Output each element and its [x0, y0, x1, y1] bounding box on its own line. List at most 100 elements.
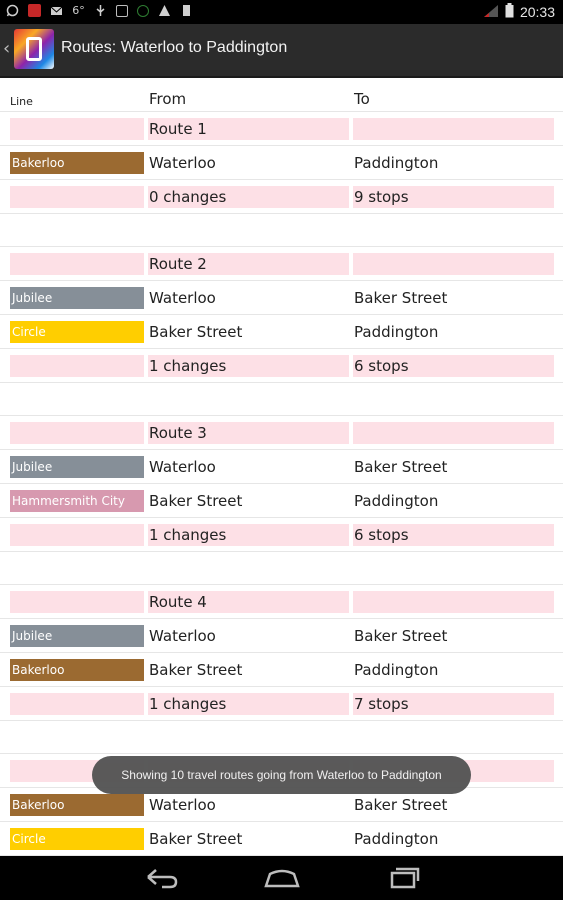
leg-from-station: Waterloo	[149, 289, 216, 307]
routes-table[interactable]: Line From To Route 1 Bakerloo Waterloo Padd…	[0, 78, 563, 856]
notification-icons: 6°	[6, 4, 193, 17]
route-spacer	[0, 552, 563, 585]
route-stops: 7 stops	[353, 693, 554, 715]
summary-line-cell	[10, 186, 144, 208]
leg-from-station: Baker Street	[149, 492, 243, 510]
app-icon	[28, 4, 41, 17]
route-spacer	[0, 214, 563, 247]
route-summary-row[interactable]: 1 changes 7 stops	[0, 687, 563, 721]
back-icon[interactable]	[142, 864, 182, 892]
route-spacer	[0, 383, 563, 416]
signal-icon	[483, 4, 499, 21]
home-icon[interactable]	[262, 864, 302, 892]
leg-to-station: Paddington	[354, 492, 439, 510]
route-changes: 1 changes	[148, 693, 349, 715]
line-badge: Jubilee	[10, 287, 144, 309]
leg-to-station: Paddington	[354, 154, 439, 172]
route-title-line-cell	[10, 422, 144, 444]
leg-to-station: Paddington	[354, 323, 439, 341]
route-title-row[interactable]: Route 1	[0, 112, 563, 146]
summary-line-cell	[10, 524, 144, 546]
route-leg-row[interactable]: Jubilee Waterloo Baker Street	[0, 450, 563, 484]
route-changes: 0 changes	[148, 186, 349, 208]
warning-icon	[158, 4, 171, 17]
route-title: Route 4	[148, 591, 349, 613]
leg-from-station: Waterloo	[149, 627, 216, 645]
battery-icon	[505, 3, 514, 21]
route-leg-row[interactable]: Hammersmith City Baker Street Paddington	[0, 484, 563, 518]
route-stops: 6 stops	[353, 355, 554, 377]
leg-to-station: Paddington	[354, 661, 439, 679]
action-bar: ‹ Routes: Waterloo to Paddington	[0, 24, 563, 78]
summary-line-cell	[10, 693, 144, 715]
route-title: Route 3	[148, 422, 349, 444]
route-changes: 1 changes	[148, 524, 349, 546]
route-title-to-cell	[353, 422, 554, 444]
mail-icon	[50, 4, 63, 17]
whatsapp-icon	[6, 4, 19, 17]
routes-list: Route 1 Bakerloo Waterloo Paddington 0 chang…	[0, 112, 563, 856]
route-leg-row[interactable]: Jubilee Waterloo Baker Street	[0, 281, 563, 315]
column-header-line: Line	[10, 95, 33, 108]
route-leg-row[interactable]: Bakerloo Waterloo Paddington	[0, 146, 563, 180]
column-header-to: To	[354, 90, 370, 108]
leg-to-station: Baker Street	[354, 458, 448, 476]
route-leg-row[interactable]: Circle Baker Street Paddington	[0, 315, 563, 349]
leg-to-station: Paddington	[354, 830, 439, 848]
leg-from-station: Waterloo	[149, 458, 216, 476]
route-title-to-cell	[353, 253, 554, 275]
leg-from-station: Waterloo	[149, 796, 216, 814]
recents-icon[interactable]	[382, 864, 422, 892]
app-logo-icon[interactable]	[14, 29, 54, 69]
table-header: Line From To	[0, 78, 563, 112]
route-title-line-cell	[10, 253, 144, 275]
route-title-to-cell	[353, 591, 554, 613]
line-badge: Bakerloo	[10, 659, 144, 681]
route-title-to-cell	[353, 118, 554, 140]
status-right: 20:33	[483, 3, 555, 21]
sync-icon	[137, 4, 149, 17]
route-summary-row[interactable]: 1 changes 6 stops	[0, 349, 563, 383]
route-title-row[interactable]: Route 4	[0, 585, 563, 619]
route-stops: 9 stops	[353, 186, 554, 208]
route-changes: 1 changes	[148, 355, 349, 377]
status-bar: 6° 20:33	[0, 0, 563, 24]
route-title-row[interactable]: Route 3	[0, 416, 563, 450]
route-spacer	[0, 721, 563, 754]
leg-to-station: Baker Street	[354, 289, 448, 307]
column-header-from: From	[149, 90, 187, 108]
line-badge: Hammersmith City	[10, 490, 144, 512]
page-title: Routes: Waterloo to Paddington	[61, 39, 288, 56]
leg-from-station: Waterloo	[149, 154, 216, 172]
line-badge: Bakerloo	[10, 152, 144, 174]
route-title-line-cell	[10, 118, 144, 140]
leg-from-station: Baker Street	[149, 830, 243, 848]
route-summary-row[interactable]: 1 changes 6 stops	[0, 518, 563, 552]
route-title-line-cell	[10, 591, 144, 613]
line-badge: Circle	[10, 828, 144, 850]
usb-icon	[94, 4, 107, 17]
summary-line-cell	[10, 355, 144, 377]
line-badge: Bakerloo	[10, 794, 144, 816]
route-summary-row[interactable]: 0 changes 9 stops	[0, 180, 563, 214]
route-title: Route 1	[148, 118, 349, 140]
line-badge: Jubilee	[10, 625, 144, 647]
up-chevron-icon[interactable]: ‹	[3, 38, 10, 59]
navigation-bar	[0, 856, 563, 900]
route-leg-row[interactable]: Jubilee Waterloo Baker Street	[0, 619, 563, 653]
line-badge: Circle	[10, 321, 144, 343]
route-title-row[interactable]: Route 2	[0, 247, 563, 281]
line-badge: Jubilee	[10, 456, 144, 478]
route-stops: 6 stops	[353, 524, 554, 546]
leg-from-station: Baker Street	[149, 323, 243, 341]
leg-to-station: Baker Street	[354, 627, 448, 645]
leg-from-station: Baker Street	[149, 661, 243, 679]
temperature-text: 6°	[72, 4, 85, 17]
clock: 20:33	[519, 4, 555, 20]
sdcard-icon	[180, 4, 193, 17]
leg-to-station: Baker Street	[354, 796, 448, 814]
route-leg-row[interactable]: Bakerloo Baker Street Paddington	[0, 653, 563, 687]
route-leg-row[interactable]: Circle Baker Street Paddington	[0, 822, 563, 856]
route-title: Route 2	[148, 253, 349, 275]
toast-message: Showing 10 travel routes going from Wate…	[92, 756, 471, 794]
